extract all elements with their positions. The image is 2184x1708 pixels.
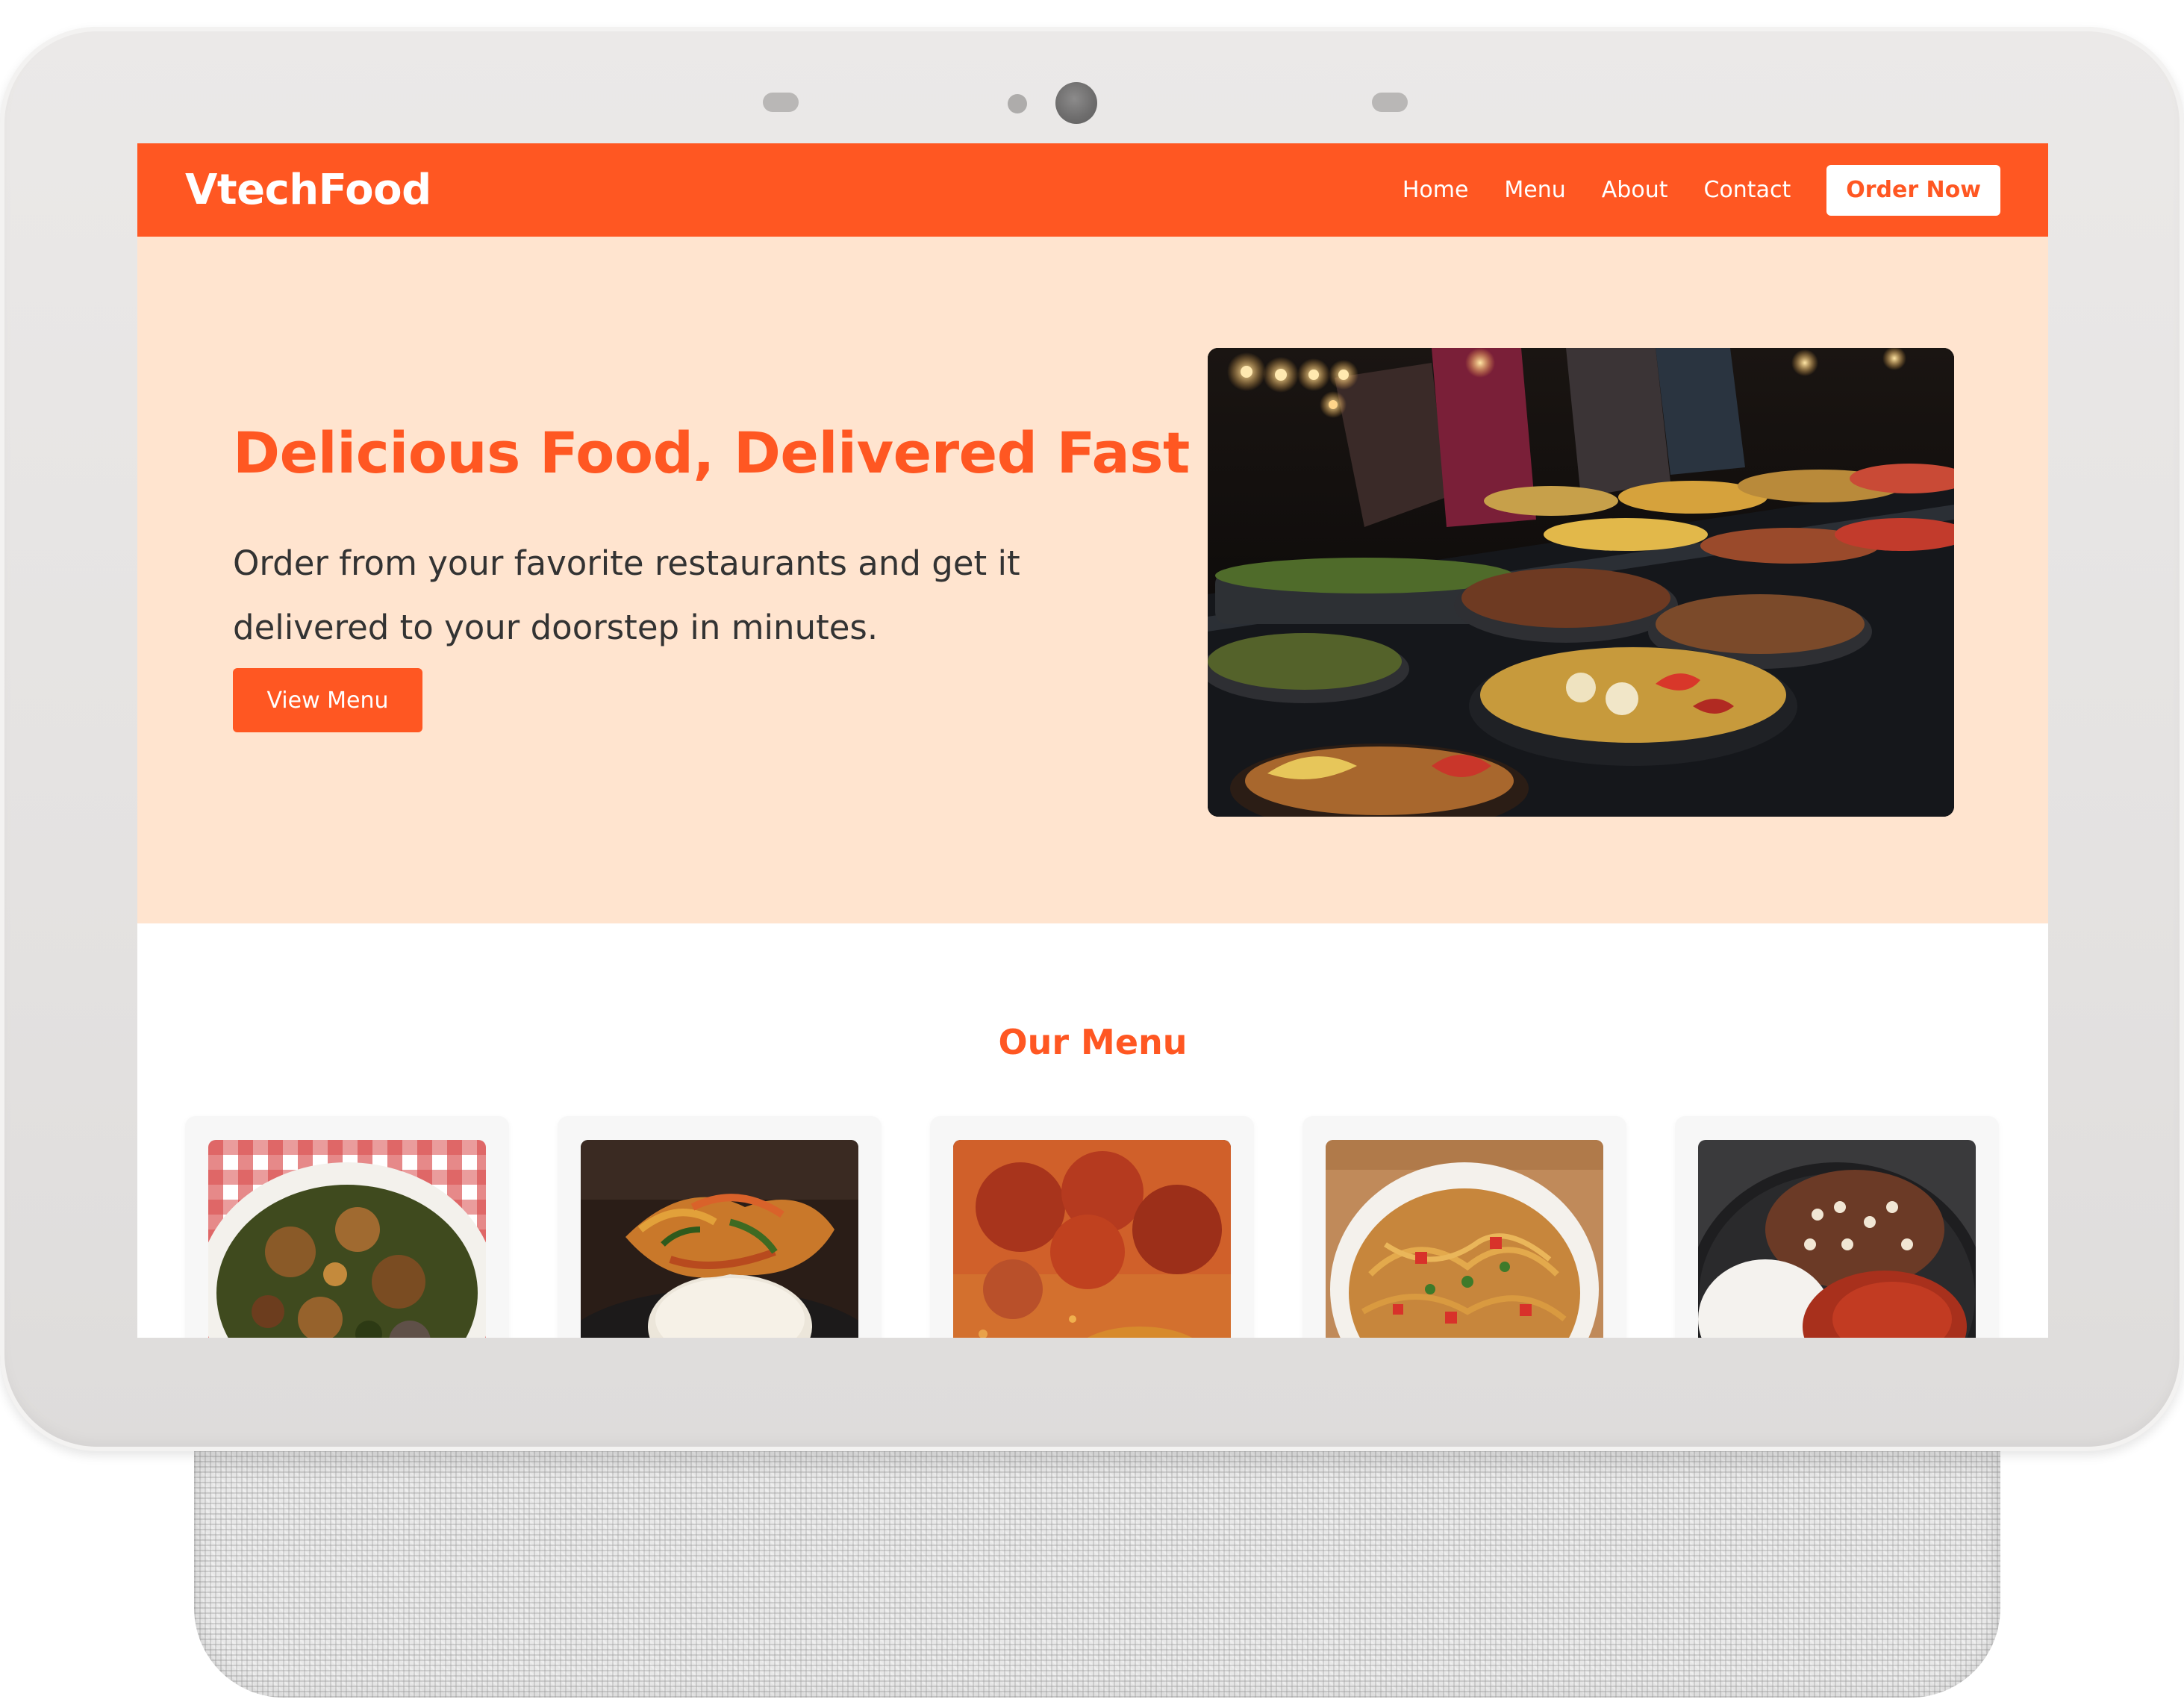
light-sensor-icon (1008, 94, 1027, 113)
buffet-photo (1208, 348, 1954, 817)
speaker-base (194, 1451, 2000, 1698)
site-header: VtechFood Home Menu About Contact Order … (137, 143, 2048, 237)
jollof-rice-chicken-photo (953, 1140, 1231, 1338)
main-nav: Home Menu About Contact Order Now (1367, 164, 2000, 216)
menu-card[interactable] (1302, 1116, 1626, 1338)
nav-link-menu[interactable]: Menu (1504, 177, 1565, 203)
menu-card[interactable] (930, 1116, 1254, 1338)
brand-logo[interactable]: VtechFood (185, 166, 431, 214)
rice-beans-stew-photo (1698, 1140, 1976, 1338)
order-now-button[interactable]: Order Now (1826, 164, 2000, 216)
camera-icon (1055, 82, 1097, 124)
screen: VtechFood Home Menu About Contact Order … (137, 143, 2048, 1338)
menu-section-title: Our Menu (998, 1022, 1188, 1062)
microphone-right-icon (1372, 93, 1408, 112)
vegetable-soup-photo (208, 1140, 486, 1338)
menu-card[interactable] (185, 1116, 509, 1338)
spaghetti-bowl-photo (1326, 1140, 1603, 1338)
pounded-yam-stew-photo (581, 1140, 858, 1338)
nav-link-contact[interactable]: Contact (1703, 177, 1791, 203)
menu-card[interactable] (1675, 1116, 1999, 1338)
menu-card[interactable] (558, 1116, 882, 1338)
device-bezel (0, 27, 2184, 139)
hero-section: Delicious Food, Delivered Fast Order fro… (137, 237, 2048, 923)
hero-text: Order from your favorite restaurants and… (233, 543, 1020, 647)
buffet-illustration (1208, 348, 1954, 817)
nav-link-about[interactable]: About (1602, 177, 1668, 203)
view-menu-button[interactable]: View Menu (233, 668, 422, 732)
nav-link-home[interactable]: Home (1403, 177, 1469, 203)
menu-section: Our Menu (137, 923, 2048, 1338)
menu-grid (185, 1116, 2000, 1338)
microphone-left-icon (763, 93, 799, 112)
hero-title: Delicious Food, Delivered Fast (233, 420, 1190, 486)
